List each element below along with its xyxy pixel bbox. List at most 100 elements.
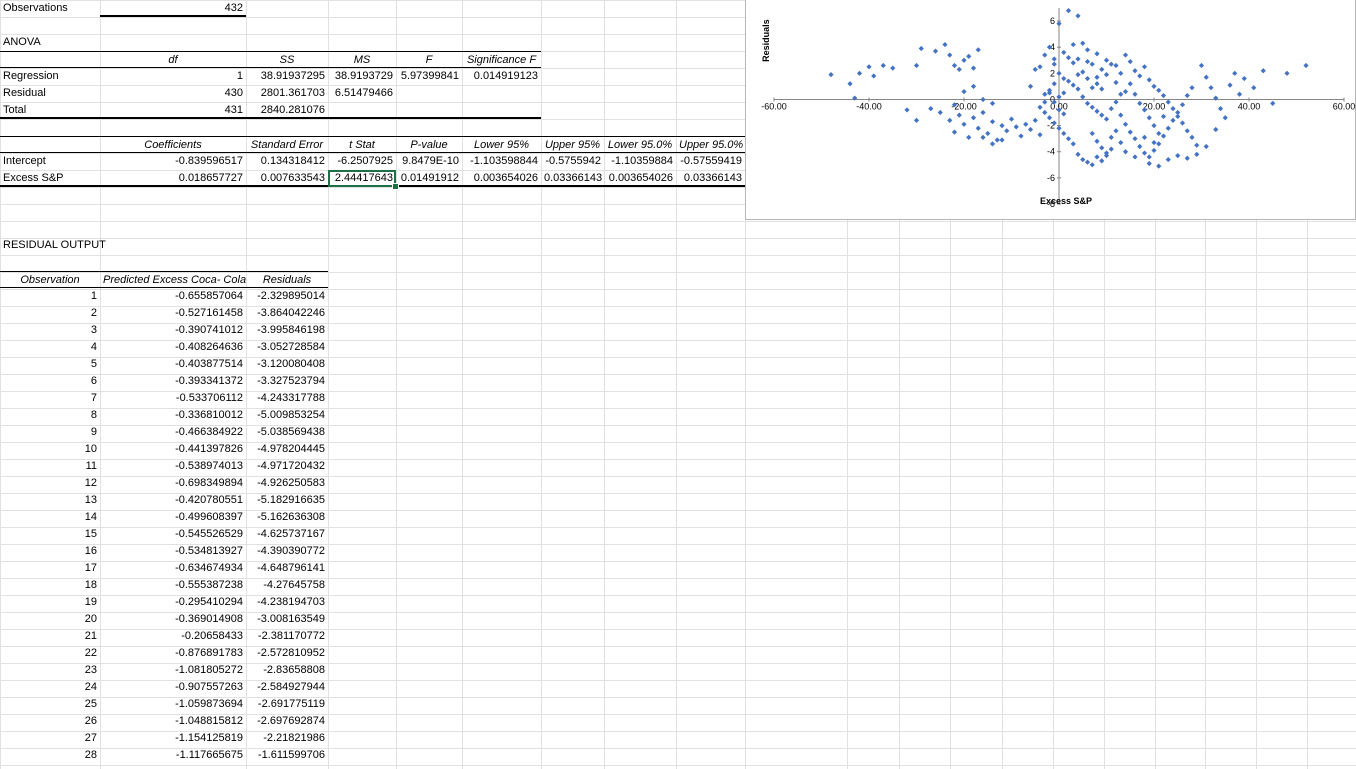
anova-header-0[interactable]: df [100, 51, 246, 68]
residual-value[interactable]: -4.238194703 [246, 594, 328, 611]
anova-row-label[interactable]: Total [0, 102, 100, 119]
coef-header-blank[interactable] [0, 136, 100, 153]
anova-cell-sig[interactable] [462, 102, 541, 119]
residual-value[interactable]: -1.611599706 [246, 747, 328, 764]
coef-header-3[interactable]: P-value [396, 136, 462, 153]
residual-predicted[interactable]: -0.527161458 [100, 305, 246, 322]
residual-predicted[interactable]: -0.555387238 [100, 577, 246, 594]
residual-observation[interactable]: 28 [0, 747, 100, 764]
residual-predicted[interactable]: -1.081805272 [100, 662, 246, 679]
coef-cell[interactable]: 0.007633543 [246, 170, 328, 187]
anova-cell-ms[interactable]: 38.9193729 [328, 68, 396, 85]
residual-value[interactable]: -2.572810952 [246, 645, 328, 662]
residual-predicted[interactable]: -0.533706112 [100, 390, 246, 407]
residual-value[interactable]: -2.21821986 [246, 730, 328, 747]
coef-cell[interactable]: -0.57559419 [676, 153, 745, 170]
residual-predicted[interactable]: -0.369014908 [100, 611, 246, 628]
anova-row-label[interactable]: Residual [0, 85, 100, 102]
residual-predicted[interactable]: -0.408264636 [100, 339, 246, 356]
residual-predicted[interactable]: -0.534813927 [100, 543, 246, 560]
residual-value[interactable]: -4.978204445 [246, 441, 328, 458]
coef-header-5[interactable]: Upper 95% [541, 136, 604, 153]
coef-cell[interactable]: 0.134318412 [246, 153, 328, 170]
anova-cell-sig[interactable] [462, 85, 541, 102]
residual-value[interactable]: -3.995846198 [246, 322, 328, 339]
residual-value[interactable]: -3.008163549 [246, 611, 328, 628]
residual-value[interactable]: -2.329895014 [246, 288, 328, 305]
residual-value[interactable]: -3.120080408 [246, 356, 328, 373]
anova-header-blank[interactable] [0, 51, 100, 68]
anova-cell-df[interactable]: 431 [100, 102, 246, 119]
residual-value[interactable]: -4.27645758 [246, 577, 328, 594]
residual-value[interactable]: -5.038569438 [246, 424, 328, 441]
coef-header-1[interactable]: Standard Error [246, 136, 328, 153]
residual-predicted[interactable]: -0.499608397 [100, 509, 246, 526]
residual-predicted[interactable]: -1.048815812 [100, 713, 246, 730]
residual-observation[interactable]: 11 [0, 458, 100, 475]
residual-header-0[interactable]: Observation [0, 271, 100, 288]
residual-value[interactable]: -4.971720432 [246, 458, 328, 475]
coef-header-4[interactable]: Lower 95% [462, 136, 541, 153]
anova-cell-ss[interactable]: 2801.361703 [246, 85, 328, 102]
coef-cell[interactable]: 0.03366143 [541, 170, 604, 187]
coef-cell[interactable]: 0.003654026 [462, 170, 541, 187]
observations-value[interactable]: 432 [100, 0, 246, 17]
residual-header-1[interactable]: Predicted Excess Coca- Cola [100, 271, 246, 288]
observations-label[interactable]: Observations [0, 0, 100, 17]
residual-observation[interactable]: 14 [0, 509, 100, 526]
coef-cell[interactable]: -0.839596517 [100, 153, 246, 170]
residual-observation[interactable]: 9 [0, 424, 100, 441]
residual-header-2[interactable]: Residuals [246, 271, 328, 288]
residual-value[interactable]: -2.584927944 [246, 679, 328, 696]
residual-observation[interactable]: 20 [0, 611, 100, 628]
coef-row-label[interactable]: Excess S&P [0, 170, 100, 187]
residual-observation[interactable]: 16 [0, 543, 100, 560]
residual-observation[interactable]: 2 [0, 305, 100, 322]
residual-value[interactable]: -4.243317788 [246, 390, 328, 407]
anova-header-1[interactable]: SS [246, 51, 328, 68]
coef-header-0[interactable]: Coefficients [100, 136, 246, 153]
coef-cell[interactable]: 0.03366143 [676, 170, 745, 187]
residual-predicted[interactable]: -0.295410294 [100, 594, 246, 611]
residual-observation[interactable]: 21 [0, 628, 100, 645]
residual-observation[interactable]: 13 [0, 492, 100, 509]
residual-predicted[interactable]: -0.545526529 [100, 526, 246, 543]
residual-predicted[interactable]: -0.20658433 [100, 628, 246, 645]
residual-value[interactable]: -4.625737167 [246, 526, 328, 543]
residual-value[interactable]: -3.864042246 [246, 305, 328, 322]
anova-cell-f[interactable]: 5.97399841 [396, 68, 462, 85]
residual-observation[interactable]: 26 [0, 713, 100, 730]
residual-observation[interactable]: 19 [0, 594, 100, 611]
residual-value[interactable]: -3.327523794 [246, 373, 328, 390]
anova-cell-sig[interactable]: 0.014919123 [462, 68, 541, 85]
anova-cell-ms[interactable] [328, 102, 396, 119]
residual-predicted[interactable]: -0.876891783 [100, 645, 246, 662]
residual-predicted[interactable]: -1.059873694 [100, 696, 246, 713]
anova-header-2[interactable]: MS [328, 51, 396, 68]
coef-header-7[interactable]: Upper 95.0% [676, 136, 745, 153]
residual-plot-chart[interactable]: -60.00 -40.00 -20.00 0.00 20.00 40.00 60.00 -8-… [745, 0, 1356, 220]
residual-predicted[interactable]: -0.698349894 [100, 475, 246, 492]
residual-value[interactable]: -2.697692874 [246, 713, 328, 730]
residual-observation[interactable]: 17 [0, 560, 100, 577]
residual-predicted[interactable]: -0.907557263 [100, 679, 246, 696]
residual-value[interactable]: -2.691775119 [246, 696, 328, 713]
anova-header-4[interactable]: Significance F [462, 51, 541, 68]
residual-predicted[interactable]: -0.466384922 [100, 424, 246, 441]
coef-row-label[interactable]: Intercept [0, 153, 100, 170]
residual-observation[interactable]: 3 [0, 322, 100, 339]
residual-value[interactable]: -3.052728584 [246, 339, 328, 356]
anova-title[interactable]: ANOVA [0, 34, 100, 51]
anova-cell-ss[interactable]: 2840.281076 [246, 102, 328, 119]
coef-cell[interactable]: 0.01491912 [396, 170, 462, 187]
residual-predicted[interactable]: -0.390741012 [100, 322, 246, 339]
residual-observation[interactable]: 25 [0, 696, 100, 713]
residual-observation[interactable]: 23 [0, 662, 100, 679]
anova-cell-df[interactable]: 430 [100, 85, 246, 102]
coef-header-2[interactable]: t Stat [328, 136, 396, 153]
residual-observation[interactable]: 10 [0, 441, 100, 458]
residual-observation[interactable]: 12 [0, 475, 100, 492]
residual-observation[interactable]: 24 [0, 679, 100, 696]
residual-observation[interactable]: 6 [0, 373, 100, 390]
residual-value[interactable]: -4.926250583 [246, 475, 328, 492]
